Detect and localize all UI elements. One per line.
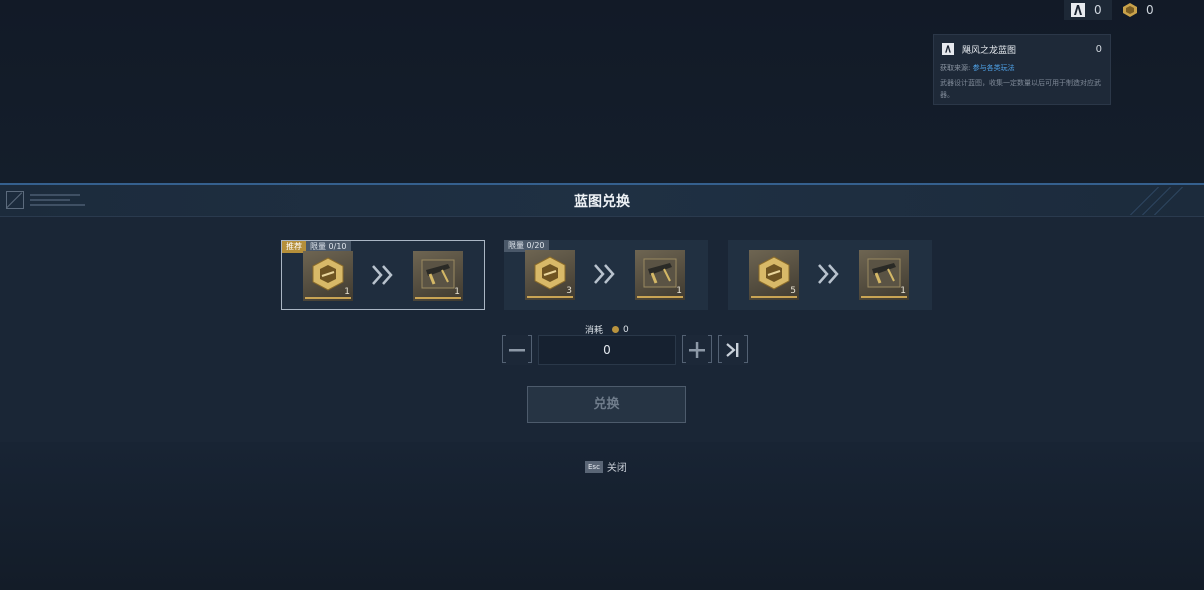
input-quantity: 1	[344, 287, 350, 297]
gold-material-icon	[312, 257, 344, 291]
gold-coin-icon	[612, 326, 620, 333]
tooltip-description: 武器设计蓝图，收集一定数量以后可用于制造对应武器。	[940, 79, 1101, 99]
header-stripe-decoration	[1124, 187, 1194, 215]
double-chevron-right-icon	[818, 264, 839, 284]
material-item: 3	[525, 250, 575, 300]
tooltip-source-link[interactable]: 参与各类玩法	[973, 64, 1015, 72]
minus-icon	[509, 349, 525, 352]
blueprint-item: 1	[859, 250, 909, 300]
currency-gold-value: 0	[1146, 3, 1154, 17]
currency-gold[interactable]: 0	[1116, 0, 1164, 20]
tooltip-title: 飓风之龙蓝图	[962, 45, 1017, 56]
blueprint-token-icon	[942, 43, 954, 55]
gold-material-icon	[534, 256, 566, 290]
double-chevron-right-icon	[594, 264, 615, 284]
panel-title: 蓝图兑换	[574, 194, 630, 210]
blueprint-item: 1	[413, 251, 463, 301]
gold-material-icon	[758, 256, 790, 290]
exchange-option-1[interactable]: 推荐 限量 0/10 1 1	[281, 240, 485, 310]
currency-blueprint[interactable]: 0	[1064, 0, 1112, 20]
exchange-button[interactable]: 兑换	[527, 386, 686, 423]
blueprint-exchange-panel: 蓝图兑换 推荐 限量 0/10 1 1 限量 0/20 3 1 5 1 消耗 0…	[0, 183, 1204, 442]
item-tooltip: 飓风之龙蓝图 0 获取来源: 参与各类玩法 武器设计蓝图，收集一定数量以后可用于…	[933, 34, 1111, 105]
double-chevron-right-icon	[372, 265, 393, 285]
consume-value: 0	[623, 324, 629, 335]
increase-button[interactable]	[682, 335, 712, 365]
output-quantity: 1	[676, 286, 682, 296]
plus-icon	[689, 342, 705, 358]
skip-to-max-icon	[726, 343, 739, 357]
input-quantity: 5	[790, 286, 796, 296]
close-label: 关闭	[606, 463, 627, 474]
material-item: 1	[303, 251, 353, 301]
weapon-blueprint-icon	[421, 259, 455, 289]
tooltip-count: 0	[1095, 43, 1102, 55]
weapon-blueprint-icon	[867, 258, 901, 288]
blueprint-item: 1	[635, 250, 685, 300]
exchange-option-3[interactable]: 5 1	[728, 240, 932, 310]
weapon-blueprint-icon	[643, 258, 677, 288]
gold-material-icon	[1122, 2, 1138, 18]
material-item: 5	[749, 250, 799, 300]
panel-header: 蓝图兑换	[0, 185, 1204, 217]
output-quantity: 1	[454, 287, 460, 297]
exchange-option-2[interactable]: 限量 0/20 3 1	[504, 240, 708, 310]
decrease-button[interactable]	[502, 335, 532, 365]
close-hint[interactable]: Esc 关闭	[585, 459, 627, 474]
esc-key-badge: Esc	[585, 460, 603, 473]
quantity-input[interactable]: 0	[538, 335, 676, 365]
input-quantity: 3	[566, 286, 572, 296]
currency-blueprint-value: 0	[1094, 3, 1102, 17]
tooltip-source-label: 获取来源:	[940, 64, 971, 72]
output-quantity: 1	[900, 286, 906, 296]
blueprint-token-icon	[1070, 2, 1086, 18]
max-button[interactable]	[718, 335, 748, 365]
